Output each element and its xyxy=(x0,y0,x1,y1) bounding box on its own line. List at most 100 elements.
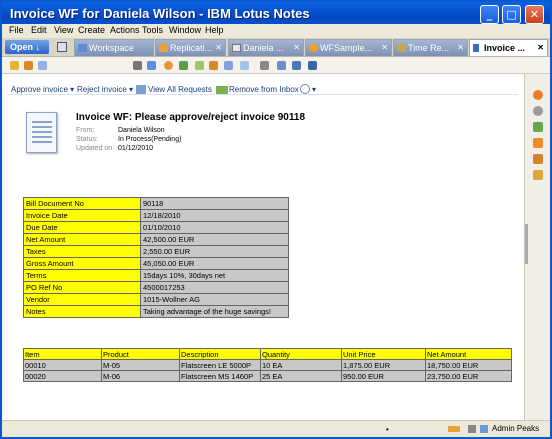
contacts-icon[interactable] xyxy=(533,170,543,180)
remove-from-inbox-button[interactable]: Remove from Inbox xyxy=(229,85,299,94)
document-icon xyxy=(26,112,57,153)
table-row: Gross Amount 45,050.00 EUR xyxy=(23,257,289,270)
updated-row: Updated on: 01/12/2010 xyxy=(76,145,153,152)
status-label: Status: xyxy=(76,136,98,143)
widgets-icon[interactable] xyxy=(533,154,543,164)
remove-icon xyxy=(216,86,228,94)
table-row: Terms 15days 10%, 30days net xyxy=(23,269,289,282)
approve-invoice-button[interactable]: Approve invoice ▾ xyxy=(11,85,74,94)
time-icon xyxy=(397,44,406,52)
sidebar-resize-handle[interactable] xyxy=(525,224,528,264)
refresh-icon[interactable] xyxy=(164,61,173,70)
sametime-icon[interactable] xyxy=(533,106,543,116)
tab-replication[interactable]: Replicati... ✕ xyxy=(155,39,226,56)
show-tabs-icon[interactable] xyxy=(57,42,67,52)
edit-icon[interactable] xyxy=(147,61,156,70)
status-dot: • xyxy=(386,425,389,434)
workspace-icon xyxy=(78,44,87,52)
app-window: Invoice WF for Daniela Wilson - IBM Lotu… xyxy=(0,0,552,439)
close-tab-icon[interactable]: ✕ xyxy=(457,40,464,56)
close-tab-icon[interactable]: ✕ xyxy=(293,40,300,56)
tag-icon[interactable] xyxy=(195,61,204,70)
updated-label: Updated on: xyxy=(76,145,115,152)
from-label: From: xyxy=(76,127,95,134)
mail-icon xyxy=(232,44,241,52)
arrow-icon[interactable] xyxy=(179,61,188,70)
reply-icon[interactable] xyxy=(240,61,249,70)
from-value: Daniela Wilson xyxy=(118,127,165,134)
menu-edit[interactable]: Edit xyxy=(31,25,47,35)
menu-window[interactable]: Window xyxy=(169,25,201,35)
day-at-glance-icon[interactable] xyxy=(533,90,543,100)
maximize-button[interactable]: □ xyxy=(502,5,521,24)
properties-icon[interactable] xyxy=(292,61,301,70)
close-tab-icon[interactable]: ✕ xyxy=(381,40,388,56)
close-tab-icon[interactable]: ✕ xyxy=(215,40,222,56)
tab-daniela[interactable]: Daniela ... ✕ xyxy=(228,39,304,56)
page-title: Invoice WF: Please approve/reject invoic… xyxy=(76,112,305,123)
tab-workspace[interactable]: Workspace xyxy=(74,39,154,56)
menu-create[interactable]: Create xyxy=(78,25,105,35)
location-label[interactable]: Admin Peaks xyxy=(492,424,539,433)
status-icon[interactable] xyxy=(468,425,476,433)
folder-move-icon[interactable] xyxy=(209,61,218,70)
feeds-icon[interactable] xyxy=(533,138,543,148)
menu-file[interactable]: File xyxy=(9,25,24,35)
user-icon xyxy=(480,425,488,433)
table-row: Taxes 2,550.00 EUR xyxy=(23,245,289,258)
action-bar: Approve invoice ▾ Reject invoice ▾ View … xyxy=(2,82,524,98)
close-button[interactable]: ✕ xyxy=(525,5,544,24)
help-icon[interactable] xyxy=(300,84,310,94)
forward-icon[interactable] xyxy=(224,61,233,70)
tab-bar: Open ↓ Workspace Replicati... ✕ Daniela … xyxy=(2,38,550,57)
tab-wfsample[interactable]: WFSample... ✕ xyxy=(305,39,392,56)
print-icon[interactable] xyxy=(133,61,142,70)
window-title: Invoice WF for Daniela Wilson - IBM Lotu… xyxy=(10,6,310,21)
close-tab-icon[interactable]: ✕ xyxy=(537,40,544,56)
table-row: PO Ref No 4500017253 xyxy=(23,281,289,294)
activities-icon[interactable] xyxy=(533,122,543,132)
online-arrow-icon[interactable] xyxy=(448,426,460,432)
reject-invoice-button[interactable]: Reject invoice ▾ xyxy=(77,85,133,94)
table-row: Bill Document No 90118 xyxy=(23,197,289,210)
open-button[interactable]: Open ↓ xyxy=(5,40,49,54)
table-row: Due Date 01/10/2010 xyxy=(23,221,289,234)
menu-actions[interactable]: Actions xyxy=(110,25,140,35)
tab-invoice[interactable]: Invoice ... ✕ xyxy=(469,39,548,56)
divider xyxy=(8,94,518,95)
table-row: Notes Taking advantage of the huge saving… xyxy=(23,305,289,318)
db-icon xyxy=(309,44,318,52)
window-icon[interactable] xyxy=(308,61,317,70)
table-row: Vendor 1015-Wollner AG xyxy=(23,293,289,306)
view-icon xyxy=(136,85,146,94)
table-row: Invoice Date 12/18/2010 xyxy=(23,209,289,222)
replication-icon xyxy=(159,44,168,52)
more-dropdown[interactable]: ▾ xyxy=(312,85,316,94)
pencil-icon xyxy=(473,44,479,52)
status-bar: • Admin Peaks xyxy=(2,420,550,437)
sidebar-shelf xyxy=(524,74,550,420)
folder-icon[interactable] xyxy=(24,61,33,70)
minimize-button[interactable]: _ xyxy=(480,5,499,24)
invoice-fields-table: Bill Document No 90118 Invoice Date 12/18/… xyxy=(23,197,289,318)
table-row: Net Amount 42,500.00 EUR xyxy=(23,233,289,246)
menu-tools[interactable]: Tools xyxy=(142,25,163,35)
toolbar xyxy=(2,57,550,74)
delete-icon[interactable] xyxy=(260,61,269,70)
doc-icon[interactable] xyxy=(38,61,47,70)
from-row: From: Daniela Wilson xyxy=(76,127,165,134)
line-items-table: Item Product Description Quantity Unit P… xyxy=(23,348,512,382)
tab-time-report[interactable]: Time Re... ✕ xyxy=(393,39,468,56)
menu-bar: File Edit View Create Actions Tools Wind… xyxy=(2,24,550,38)
view-all-requests-button[interactable]: View All Requests xyxy=(148,85,212,94)
table-row: 00020 M-06 Flatscreen MS 1460P 25 EA 950… xyxy=(23,370,512,382)
menu-view[interactable]: View xyxy=(54,25,73,35)
menu-help[interactable]: Help xyxy=(205,25,224,35)
status-row: Status: In Process(Pending) xyxy=(76,136,181,143)
table-row: 00010 M-05 Flatscreen LE 5000P 10 EA 1,8… xyxy=(23,359,512,371)
table-header-row: Item Product Description Quantity Unit P… xyxy=(23,348,512,360)
updated-value: 01/12/2010 xyxy=(118,145,154,152)
search-icon[interactable] xyxy=(277,61,286,70)
star-icon[interactable] xyxy=(10,61,19,70)
status-value: In Process(Pending) xyxy=(118,136,182,143)
